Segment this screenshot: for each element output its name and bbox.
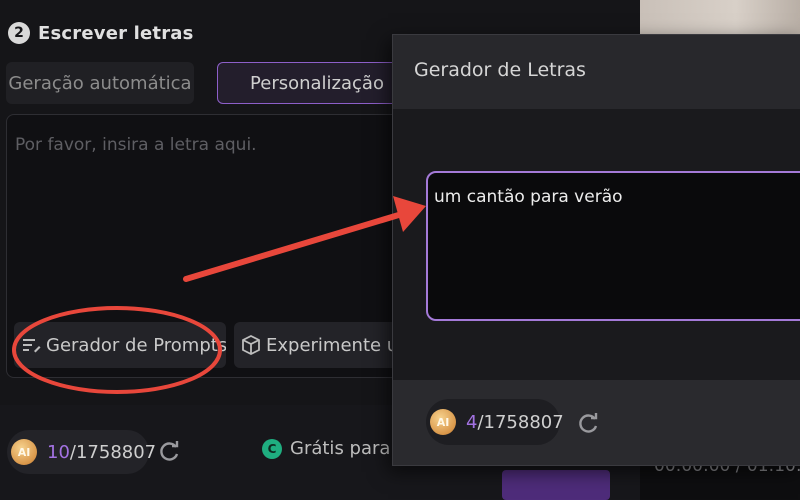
ai-coin-icon: AI xyxy=(11,439,37,465)
dialog-refresh-icon[interactable] xyxy=(574,410,602,438)
prompt-generator-label: Gerador de Prompts xyxy=(46,334,226,356)
cube-icon xyxy=(242,334,260,356)
dialog-credits-pill: AI 4/1758807 xyxy=(426,399,564,445)
dialog-credits-total: /1758807 xyxy=(477,411,564,433)
section-title: Escrever letras xyxy=(38,22,194,44)
credits-used: 10 xyxy=(47,441,70,463)
video-thumbnail xyxy=(640,0,800,36)
free-badge-icon: C xyxy=(262,438,282,459)
generate-button[interactable] xyxy=(502,470,610,500)
credits-total: /1758807 xyxy=(69,441,157,463)
step-number-badge: 2 xyxy=(8,22,30,44)
lyrics-placeholder: Por favor, insira a letra aqui. xyxy=(15,135,257,155)
free-usage-label: Grátis para u xyxy=(290,438,408,459)
free-usage-info: C Grátis para u xyxy=(262,438,408,459)
dialog-header: Gerador de Letras xyxy=(393,35,800,109)
tab-customization[interactable]: Personalização xyxy=(217,62,417,104)
prompt-list-icon xyxy=(23,339,41,353)
prompt-generator-button[interactable]: Gerador de Prompts xyxy=(14,322,226,368)
tab-auto-generation[interactable]: Geração automática xyxy=(6,62,194,104)
section-header: 2 Escrever letras xyxy=(8,20,194,46)
lyrics-prompt-input[interactable]: um cantão para verão xyxy=(426,171,800,321)
refresh-icon[interactable] xyxy=(155,438,183,466)
ai-coin-icon: AI xyxy=(430,409,456,435)
app-window: 2 Escrever letras Geração automática Per… xyxy=(0,0,800,500)
credits-pill: AI 10/1758807 xyxy=(7,430,156,474)
dialog-credits-used: 4 xyxy=(466,411,478,433)
dialog-title: Gerador de Letras xyxy=(414,59,586,81)
